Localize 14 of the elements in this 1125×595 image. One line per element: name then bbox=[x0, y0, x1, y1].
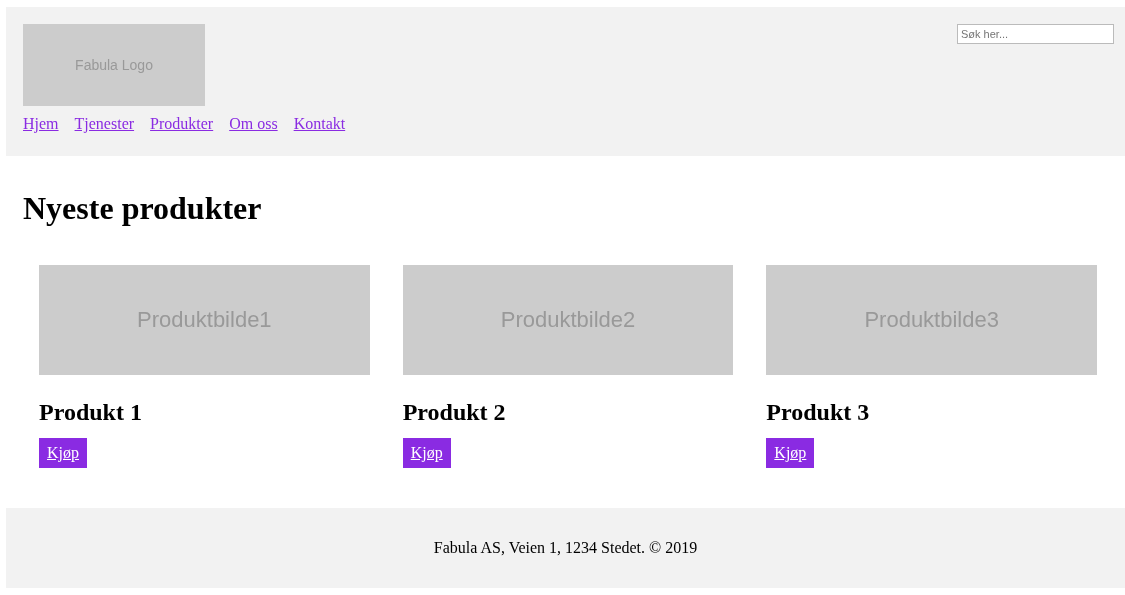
search-field[interactable]: Søk her... bbox=[957, 24, 1114, 44]
nav-link[interactable]: Produkter bbox=[150, 115, 214, 133]
product-title: Produkt 2 bbox=[402, 399, 507, 426]
nav-link[interactable]: Kontakt bbox=[293, 115, 346, 133]
product-title: Produkt 1 bbox=[39, 399, 143, 426]
nav-link[interactable]: Hjem bbox=[23, 115, 59, 133]
nav-link[interactable]: Tjenester bbox=[74, 115, 135, 133]
product-title: Produkt 3 bbox=[766, 399, 871, 426]
buy-button[interactable]: Kjøp bbox=[39, 438, 87, 468]
nav-link[interactable]: Om oss bbox=[229, 115, 278, 133]
buy-button[interactable]: Kjøp bbox=[766, 438, 815, 468]
buy-button[interactable]: Kjøp bbox=[402, 438, 451, 468]
footer-text: Fabula AS, Veien 1, 1234 Stedet. © 2019 bbox=[433, 539, 698, 557]
page-heading: Nyeste produkter bbox=[23, 190, 263, 227]
